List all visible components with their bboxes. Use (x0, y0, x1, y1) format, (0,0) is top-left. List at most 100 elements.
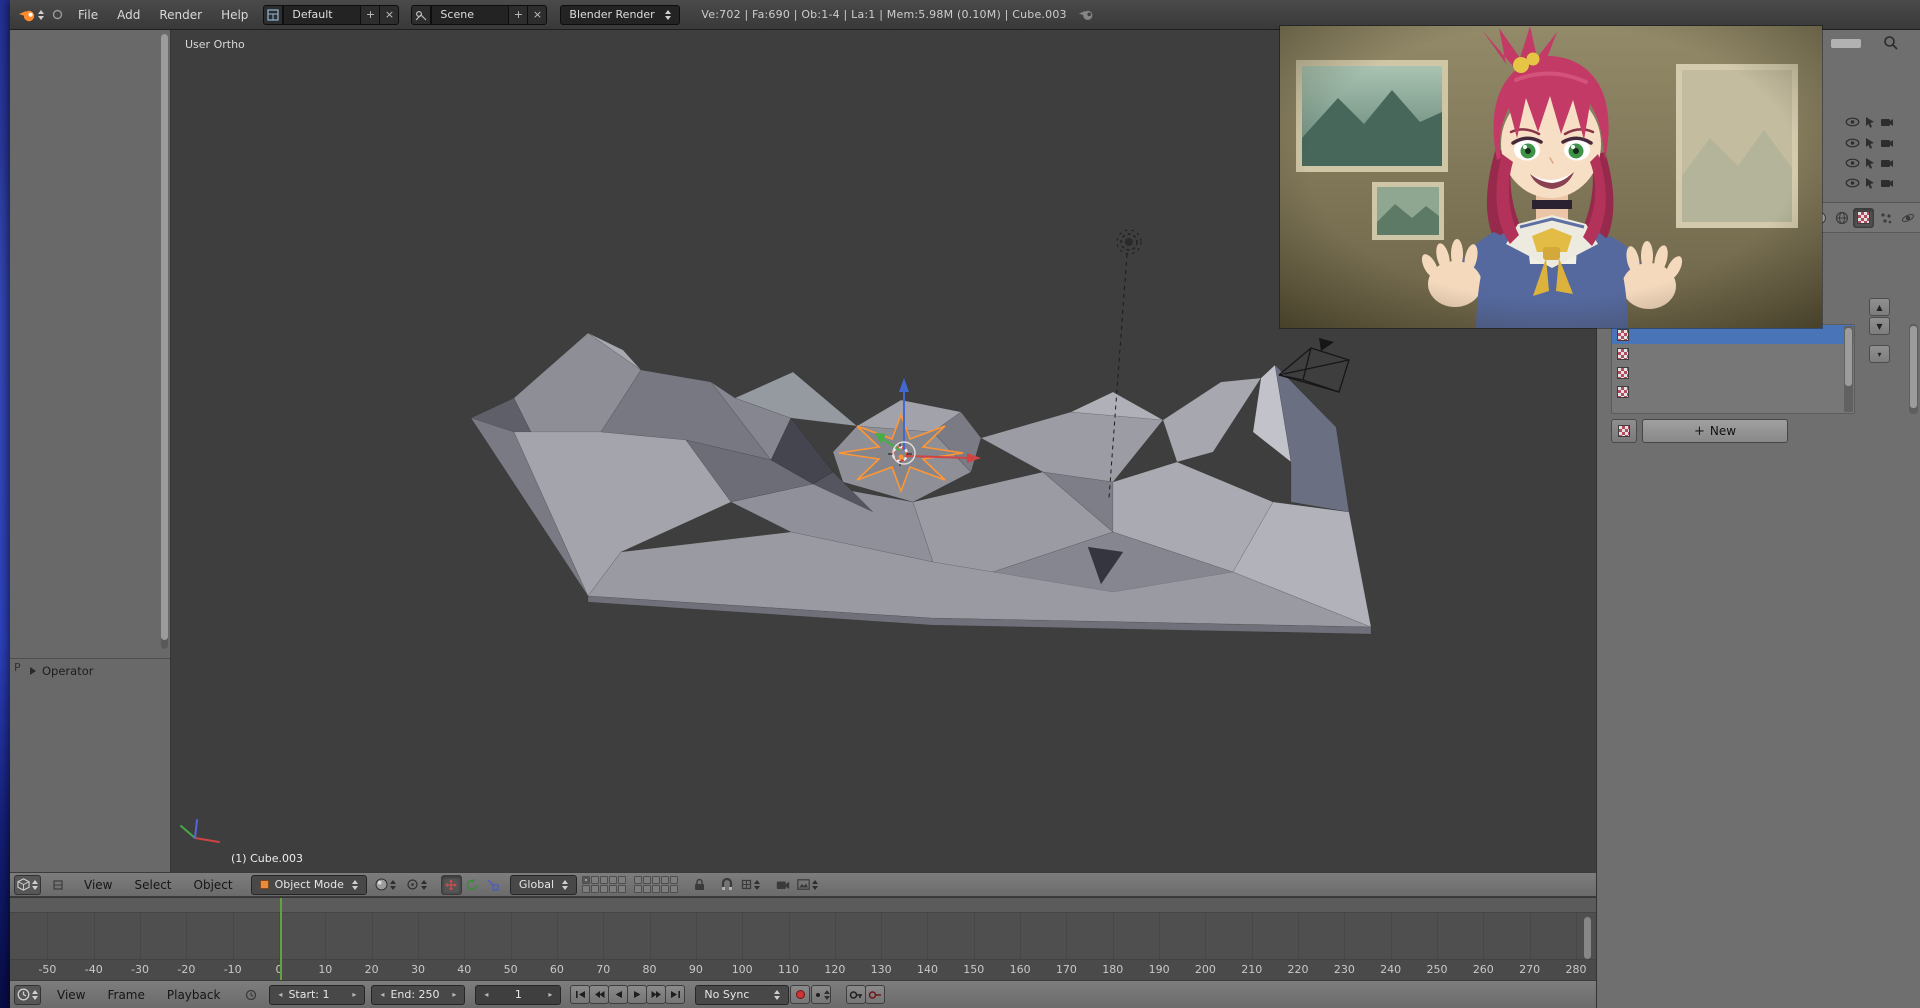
menu-view[interactable]: View (74, 875, 122, 895)
texture-slot-row[interactable] (1612, 363, 1854, 382)
new-texture-button[interactable]: + New (1642, 419, 1788, 443)
properties-scrollbar[interactable] (1909, 324, 1918, 414)
selectable-cursor-icon[interactable] (1864, 177, 1876, 189)
layer-toggle[interactable] (582, 876, 590, 884)
layer-toggle[interactable] (670, 876, 678, 884)
timeline-menu-frame[interactable]: Frame (97, 985, 154, 1005)
operator-panel-header[interactable]: Operator (30, 664, 93, 678)
layer-toggle[interactable] (670, 885, 678, 893)
play-reverse-button[interactable] (608, 985, 629, 1004)
transform-orientation-dropdown[interactable]: Global (509, 874, 577, 895)
stepper-right-icon[interactable]: ▸ (352, 990, 356, 999)
opengl-render-anim-button[interactable] (795, 875, 820, 895)
render-engine-dropdown[interactable]: Blender Render (560, 4, 681, 25)
interaction-mode-dropdown[interactable]: Object Mode (250, 874, 367, 895)
layer-toggle[interactable] (600, 885, 608, 893)
layer-toggle[interactable] (609, 876, 617, 884)
insert-keyframe-button[interactable] (846, 985, 867, 1004)
layer-toggle[interactable] (661, 876, 669, 884)
texture-slot-row[interactable] (1612, 382, 1854, 401)
timeline-menu-playback[interactable]: Playback (157, 985, 231, 1005)
stepper-left-icon[interactable]: ◂ (380, 990, 384, 999)
auto-keyframe-record-button[interactable] (790, 985, 811, 1004)
layer-toggle[interactable] (618, 876, 626, 884)
menu-file[interactable]: File (69, 5, 107, 25)
tab-texture-icon[interactable] (1853, 207, 1874, 228)
reference-image-overlay[interactable] (1280, 26, 1822, 328)
layer-toggle[interactable] (661, 885, 669, 893)
slot-move-down-button[interactable]: ▼ (1869, 317, 1890, 335)
scene-add-button[interactable]: + (508, 4, 529, 25)
manipulator-scale-button[interactable] (483, 875, 504, 895)
menu-object[interactable]: Object (184, 875, 243, 895)
layer-toggle[interactable] (591, 885, 599, 893)
slot-move-up-button[interactable]: ▲ (1869, 298, 1890, 316)
timeline-editor-type-button[interactable] (14, 984, 41, 1005)
texture-list-scrollbar[interactable] (1844, 326, 1853, 412)
renderable-camera-icon[interactable] (1880, 158, 1894, 168)
screen-layout-field[interactable]: Default (283, 4, 362, 25)
stepper-left-icon[interactable]: ◂ (484, 990, 488, 999)
opengl-render-button[interactable] (772, 875, 793, 895)
header-options-icon[interactable] (47, 875, 68, 895)
stepper-right-icon[interactable]: ▸ (452, 990, 456, 999)
selectable-cursor-icon[interactable] (1864, 137, 1876, 149)
stepper-left-icon[interactable]: ◂ (278, 990, 282, 999)
manipulator-translate-button[interactable] (440, 874, 462, 895)
pivot-point-dropdown[interactable] (404, 875, 429, 895)
layer-toggle[interactable] (643, 885, 651, 893)
layer-toggle[interactable] (652, 876, 660, 884)
jump-next-keyframe-button[interactable] (646, 985, 667, 1004)
scene-field[interactable]: Scene (431, 4, 510, 25)
snap-element-dropdown[interactable] (739, 875, 762, 895)
layer-toggle[interactable] (634, 876, 642, 884)
snap-magnet-button[interactable] (716, 875, 737, 895)
visibility-eye-icon[interactable] (1845, 138, 1860, 148)
tab-physics-icon[interactable] (1897, 208, 1918, 228)
visibility-eye-icon[interactable] (1845, 158, 1860, 168)
layer-toggle[interactable] (652, 885, 660, 893)
renderable-camera-icon[interactable] (1880, 138, 1894, 148)
texture-slot-row[interactable] (1612, 344, 1854, 363)
timeline-editor[interactable]: -50 -40 -30 -20 -10 0 10 20 30 40 50 60 70 80 90 100 110… (10, 897, 1596, 980)
current-frame-indicator[interactable] (280, 898, 282, 980)
current-frame-field[interactable]: ◂ 1 ▸ (475, 984, 562, 1005)
av-sync-dropdown[interactable]: No Sync (695, 984, 790, 1005)
visibility-eye-icon[interactable] (1845, 178, 1860, 188)
timeline-ruler-strip[interactable] (10, 959, 1596, 980)
viewport-editor-type-button[interactable] (14, 874, 41, 895)
play-button[interactable] (627, 985, 648, 1004)
info-editor-type-button[interactable] (16, 5, 46, 25)
window-toggle-icon[interactable] (47, 5, 68, 25)
layer-toggle[interactable] (618, 885, 626, 893)
layer-toggle[interactable] (643, 876, 651, 884)
timeline-menu-view[interactable]: View (47, 985, 95, 1005)
timeline-scrollbar[interactable] (1584, 917, 1591, 959)
scene-delete-button[interactable]: × (527, 4, 548, 25)
tool-shelf-scrollbar[interactable] (161, 34, 168, 649)
renderable-camera-icon[interactable] (1880, 178, 1894, 188)
start-frame-field[interactable]: ◂ Start: 1 ▸ (269, 984, 366, 1005)
manipulator-rotate-button[interactable] (462, 875, 483, 895)
jump-to-end-button[interactable] (665, 985, 686, 1004)
texture-browse-button[interactable] (1611, 419, 1637, 443)
visibility-eye-icon[interactable] (1845, 117, 1860, 127)
layer-toggle[interactable] (634, 885, 642, 893)
stepper-right-icon[interactable]: ▸ (548, 990, 552, 999)
screen-layout-add-button[interactable]: + (360, 4, 381, 25)
menu-help[interactable]: Help (212, 5, 257, 25)
layer-toggle[interactable] (582, 885, 590, 893)
layer-toggle[interactable] (609, 885, 617, 893)
jump-prev-keyframe-button[interactable] (589, 985, 610, 1004)
end-frame-field[interactable]: ◂ End: 250 ▸ (371, 984, 466, 1005)
selectable-cursor-icon[interactable] (1864, 116, 1876, 128)
menu-select[interactable]: Select (124, 875, 181, 895)
keying-set-dropdown[interactable] (811, 985, 832, 1004)
scene-browse-icon[interactable] (411, 4, 432, 25)
layer-toggle[interactable] (600, 876, 608, 884)
viewport-shading-dropdown[interactable] (373, 875, 398, 895)
layer-toggle[interactable] (591, 876, 599, 884)
search-icon[interactable] (1883, 35, 1899, 51)
tab-world-icon[interactable] (1831, 208, 1852, 228)
menu-add[interactable]: Add (108, 5, 149, 25)
